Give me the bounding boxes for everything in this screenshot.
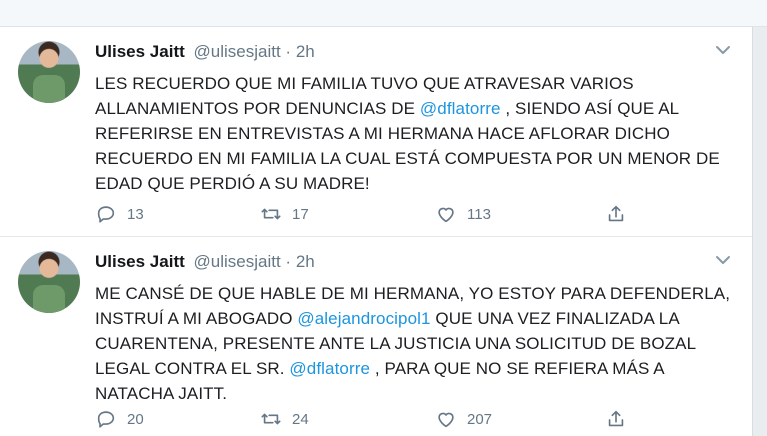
mention-link[interactable]: @alejandrocipol1	[297, 309, 430, 328]
separator-dot: ·	[285, 42, 292, 61]
tweet-actions: 13 17 113	[95, 202, 655, 226]
tweet[interactable]: Ulises Jaitt @ulisesjaitt · 2h LES RECUE…	[0, 27, 752, 237]
like-count: 207	[467, 410, 493, 428]
tweet[interactable]: Ulises Jaitt @ulisesjaitt · 2h ME CANSÉ …	[0, 237, 752, 436]
tweet-actions: 20 24 207	[95, 407, 655, 431]
retweet-icon	[261, 413, 281, 425]
like-button[interactable]: 207	[435, 407, 492, 431]
previous-tweet-edge	[0, 0, 767, 27]
separator-dot: ·	[285, 252, 292, 271]
retweet-count: 24	[292, 410, 309, 428]
share-button[interactable]	[605, 407, 637, 431]
reply-icon	[97, 411, 115, 428]
retweet-count: 17	[292, 205, 309, 223]
retweet-button[interactable]: 17	[260, 202, 309, 226]
reply-count: 20	[127, 410, 144, 428]
reply-button[interactable]: 13	[95, 202, 144, 226]
share-icon	[608, 410, 624, 427]
avatar[interactable]	[18, 251, 80, 313]
mention-link[interactable]: @dflatorre	[420, 99, 501, 118]
retweet-button[interactable]: 24	[260, 407, 309, 431]
chevron-down-icon[interactable]	[714, 253, 732, 267]
share-button[interactable]	[605, 202, 637, 226]
tweet-text: ME CANSÉ DE QUE HABLE DE MI HERMANA, YO …	[95, 281, 735, 406]
retweet-icon	[261, 208, 281, 220]
like-icon	[438, 412, 454, 428]
author-handle[interactable]: @ulisesjaitt	[194, 252, 281, 271]
tweet-header: Ulises Jaitt @ulisesjaitt · 2h	[95, 42, 315, 62]
tweet-feed: Ulises Jaitt @ulisesjaitt · 2h LES RECUE…	[0, 27, 753, 436]
reply-count: 13	[127, 205, 144, 223]
like-icon	[438, 207, 454, 223]
author-name[interactable]: Ulises Jaitt	[95, 252, 185, 271]
tweet-header: Ulises Jaitt @ulisesjaitt · 2h	[95, 252, 315, 272]
reply-icon	[97, 206, 115, 223]
like-button[interactable]: 113	[435, 202, 491, 226]
reply-button[interactable]: 20	[95, 407, 144, 431]
timestamp[interactable]: 2h	[296, 252, 315, 271]
author-name[interactable]: Ulises Jaitt	[95, 42, 185, 61]
timestamp[interactable]: 2h	[296, 42, 315, 61]
avatar[interactable]	[18, 41, 80, 103]
author-handle[interactable]: @ulisesjaitt	[194, 42, 281, 61]
like-count: 113	[467, 205, 491, 223]
share-icon	[608, 205, 624, 222]
mention-link[interactable]: @dflatorre	[289, 359, 370, 378]
chevron-down-icon[interactable]	[714, 43, 732, 57]
tweet-text: LES RECUERDO QUE MI FAMILIA TUVO QUE ATR…	[95, 71, 735, 196]
